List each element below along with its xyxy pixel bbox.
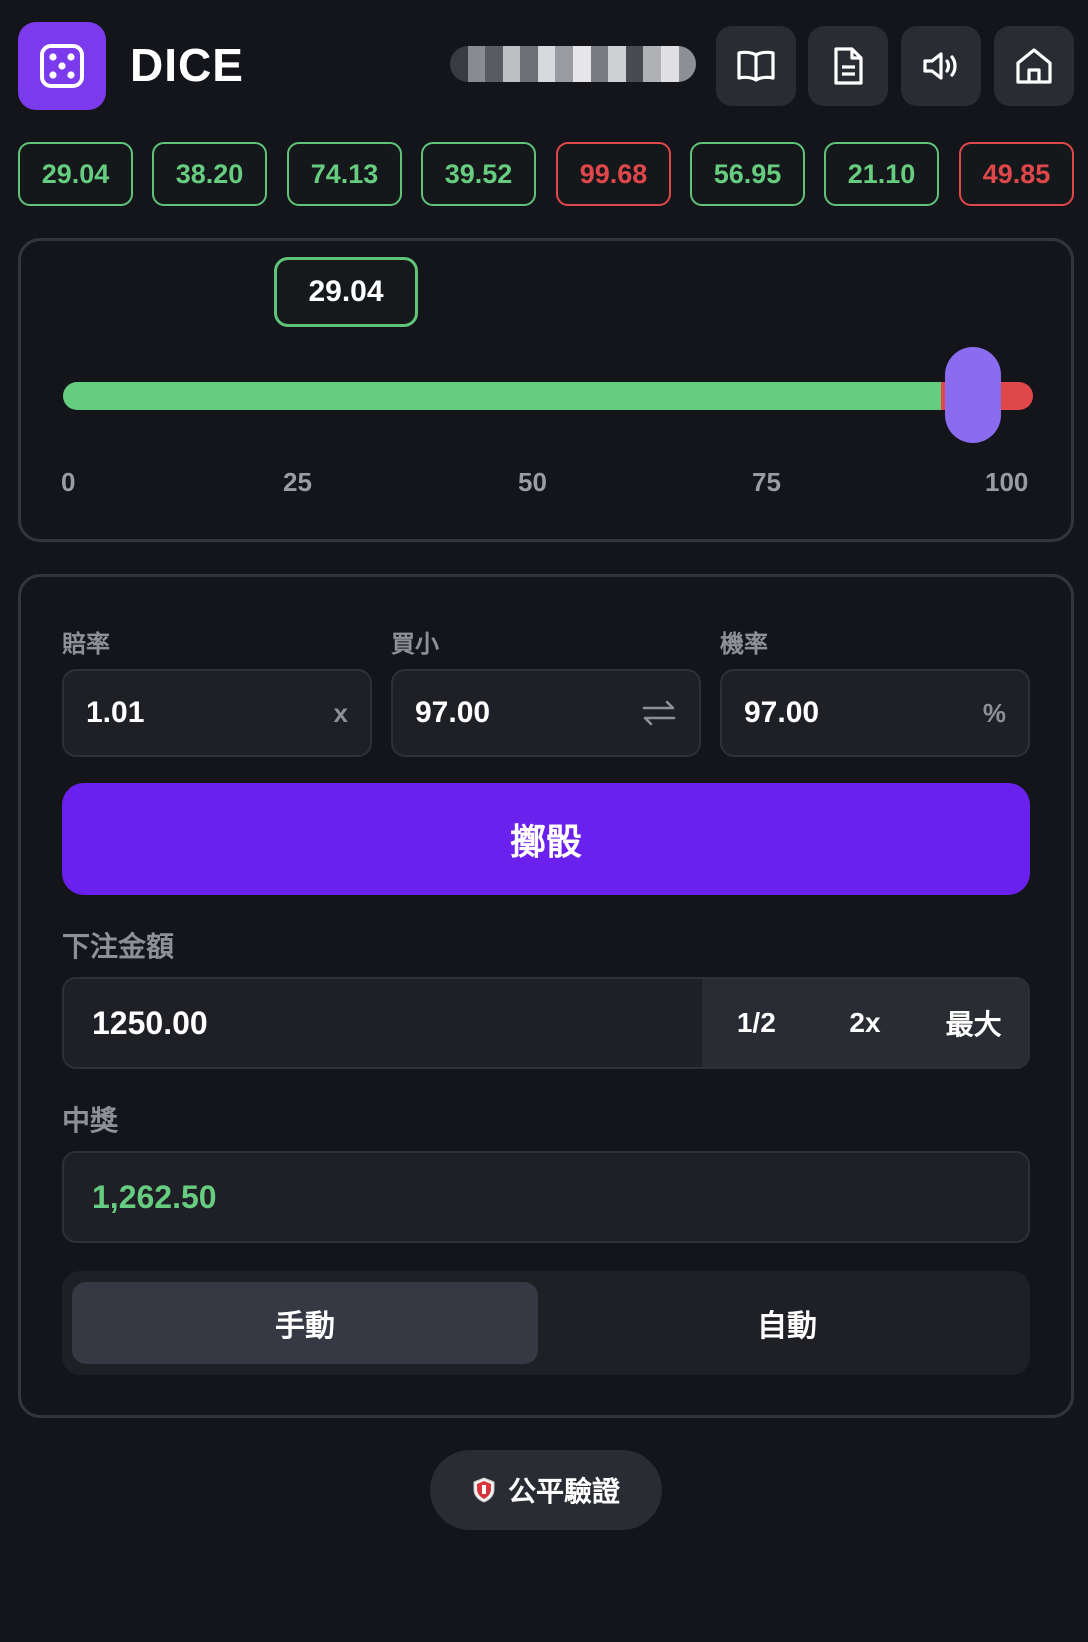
document-icon bbox=[834, 47, 863, 85]
payout-value: 1.01 bbox=[86, 696, 145, 729]
redacted-balance bbox=[450, 46, 696, 82]
slider-tick: 50 bbox=[518, 467, 547, 497]
rules-button[interactable] bbox=[716, 26, 796, 106]
slider-thumb[interactable] bbox=[945, 347, 1001, 443]
win-amount-value: 1,262.50 bbox=[62, 1151, 1030, 1243]
bet-amount-row: 1250.00 1/2 2x 最大 bbox=[62, 977, 1030, 1069]
rollunder-value: 97.00 bbox=[415, 696, 491, 729]
history-chip: 39.52 bbox=[421, 142, 536, 206]
home-button[interactable] bbox=[994, 26, 1074, 106]
chance-value: 97.00 bbox=[744, 696, 820, 729]
history-chip: 29.04 bbox=[18, 142, 133, 206]
rollunder-input[interactable]: 97.00 bbox=[391, 669, 701, 757]
max-bet-button[interactable]: 最大 bbox=[919, 1003, 1028, 1043]
win-amount-label: 中獎 bbox=[62, 1105, 119, 1136]
bet-panel: 賠率 買小 機率 1.01 x 97.00 97.00 % 擲骰 下注金額 12… bbox=[18, 574, 1074, 1418]
home-icon bbox=[1016, 48, 1052, 84]
half-bet-button[interactable]: 1/2 bbox=[702, 1007, 811, 1039]
slider-tick: 0 bbox=[61, 467, 76, 497]
dice-logo bbox=[18, 22, 106, 110]
roll-dice-button[interactable]: 擲骰 bbox=[62, 783, 1030, 895]
book-icon bbox=[737, 50, 775, 82]
result-history: 29.04 38.20 74.13 39.52 99.68 56.95 21.1… bbox=[18, 142, 1074, 206]
chance-suffix: % bbox=[982, 697, 1006, 728]
slider-tick: 75 bbox=[752, 467, 781, 497]
provably-fair-label: 公平驗證 bbox=[507, 1476, 620, 1507]
bet-amount-input[interactable]: 1250.00 bbox=[64, 979, 702, 1067]
slider-tick: 25 bbox=[283, 467, 312, 497]
history-chip: 21.10 bbox=[824, 142, 939, 206]
history-chip: 56.95 bbox=[690, 142, 805, 206]
auto-mode-tab[interactable]: 自動 bbox=[554, 1282, 1020, 1364]
swap-icon[interactable] bbox=[641, 699, 677, 727]
history-chip: 74.13 bbox=[287, 142, 402, 206]
dice-icon bbox=[40, 44, 84, 88]
rollunder-label: 買小 bbox=[391, 631, 439, 658]
manual-mode-tab[interactable]: 手動 bbox=[72, 1282, 538, 1364]
payout-input[interactable]: 1.01 x bbox=[62, 669, 372, 757]
bet-amount-label: 下注金額 bbox=[62, 931, 175, 962]
sound-button[interactable] bbox=[901, 26, 981, 106]
slider-win-track[interactable] bbox=[63, 382, 963, 410]
history-chip: 99.68 bbox=[556, 142, 671, 206]
payout-label: 賠率 bbox=[62, 631, 110, 658]
shield-icon bbox=[473, 1477, 495, 1503]
dice-game-screen: DICE 29.04 38.20 74.13 39.52 99.68 56.95… bbox=[0, 0, 1088, 1642]
chance-input[interactable]: 97.00 % bbox=[720, 669, 1030, 757]
slider-tick: 100 bbox=[985, 467, 1029, 497]
provably-fair-button[interactable]: 公平驗證 bbox=[430, 1450, 662, 1530]
roll-slider-panel: 29.04 0 25 50 75 100 bbox=[18, 238, 1074, 542]
speaker-icon bbox=[923, 52, 957, 80]
chance-label: 機率 bbox=[720, 631, 768, 658]
roll-result-badge: 29.04 bbox=[274, 257, 418, 327]
app-title: DICE bbox=[130, 39, 244, 91]
history-chip: 49.85 bbox=[959, 142, 1074, 206]
mode-toggle: 手動 自動 bbox=[62, 1271, 1030, 1375]
bet-amount-actions: 1/2 2x 最大 bbox=[702, 979, 1028, 1067]
double-bet-button[interactable]: 2x bbox=[811, 1007, 920, 1039]
history-button[interactable] bbox=[808, 26, 888, 106]
payout-suffix: x bbox=[333, 697, 348, 728]
history-chip: 38.20 bbox=[152, 142, 267, 206]
